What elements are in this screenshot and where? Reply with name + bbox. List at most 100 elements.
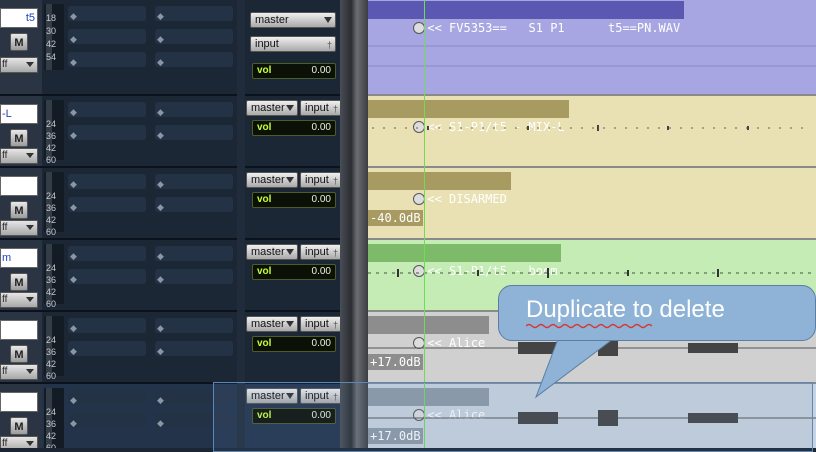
- meter-scale: 24 36 42 60: [46, 263, 57, 309]
- send-slot[interactable]: ◆: [155, 174, 233, 189]
- diamond-icon: ◆: [70, 251, 77, 261]
- insert-slot[interactable]: ◆: [68, 52, 146, 67]
- send-slot[interactable]: ◆: [155, 318, 233, 333]
- insert-slot[interactable]: ◆: [68, 269, 146, 284]
- send-slots: ◆ ◆: [155, 174, 233, 220]
- input-select[interactable]: input †: [300, 244, 342, 260]
- input-select[interactable]: input †: [250, 36, 336, 52]
- volume-readout[interactable]: vol 0.00: [252, 264, 336, 280]
- send-slots: ◆ ◆: [155, 102, 233, 148]
- send-slot[interactable]: ◆: [155, 197, 233, 212]
- pane-divider[interactable]: [340, 0, 368, 448]
- volume-label: vol: [257, 410, 272, 421]
- automation-mode-label: ff: [2, 59, 8, 70]
- track-name-field[interactable]: [0, 320, 38, 340]
- volume-readout[interactable]: vol 0.00: [252, 408, 336, 424]
- send-slot[interactable]: ◆: [155, 29, 233, 44]
- automation-mode-select[interactable]: ff: [0, 148, 38, 164]
- volume-label: vol: [257, 266, 272, 277]
- track-name-field[interactable]: t5: [0, 8, 38, 28]
- volume-readout[interactable]: vol 0.00: [252, 336, 336, 352]
- input-select[interactable]: input †: [300, 100, 342, 116]
- clip-name-label[interactable]: << S1-P1/t5 - boom: [368, 244, 562, 278]
- insert-slot[interactable]: ◆: [68, 246, 146, 261]
- diamond-icon: ◆: [157, 274, 164, 284]
- clip-name-label[interactable]: << Alice: [368, 388, 490, 422]
- mute-button[interactable]: M: [10, 129, 28, 147]
- send-slot[interactable]: ◆: [155, 341, 233, 356]
- input-select[interactable]: input †: [300, 388, 342, 404]
- insert-slot[interactable]: ◆: [68, 390, 146, 405]
- track-name-field[interactable]: [0, 392, 38, 412]
- insert-slot[interactable]: ◆: [68, 29, 146, 44]
- send-slot[interactable]: ◆: [155, 102, 233, 117]
- volume-readout[interactable]: vol 0.00: [252, 192, 336, 208]
- insert-slot[interactable]: ◆: [68, 125, 146, 140]
- automation-mode-select[interactable]: ff: [0, 292, 38, 308]
- mute-button[interactable]: M: [10, 201, 28, 219]
- output-label: master: [251, 102, 285, 114]
- chevron-down-icon: [324, 17, 332, 23]
- automation-mode-select[interactable]: ff: [0, 220, 38, 236]
- output-select[interactable]: master: [246, 100, 298, 116]
- automation-mode-select[interactable]: ff: [0, 436, 38, 448]
- send-slot[interactable]: ◆: [155, 52, 233, 67]
- playhead-cursor[interactable]: [424, 0, 425, 448]
- clip-name-label[interactable]: << DISARMED: [368, 172, 511, 206]
- clip-prefix: <<: [427, 192, 442, 206]
- chevron-down-icon: [286, 105, 294, 111]
- automation-mode-select[interactable]: ff: [0, 57, 38, 73]
- insert-slot[interactable]: ◆: [68, 197, 146, 212]
- meter-scale: 24 36 42 60: [46, 407, 57, 448]
- volume-readout[interactable]: vol 0.00: [252, 63, 336, 79]
- clip-name-label[interactable]: << S1-P1/t5 - MIX-L: [368, 100, 569, 134]
- output-select[interactable]: master: [250, 12, 336, 28]
- insert-slot[interactable]: ◆: [68, 413, 146, 428]
- send-slot[interactable]: ◆: [155, 246, 233, 261]
- send-slot[interactable]: ◆: [155, 413, 233, 428]
- volume-value: 0.00: [311, 410, 331, 421]
- diamond-icon: ◆: [70, 202, 77, 212]
- input-label: input: [305, 246, 329, 258]
- output-select[interactable]: master: [246, 316, 298, 332]
- input-label: input: [305, 102, 329, 114]
- diamond-icon: ◆: [70, 179, 77, 189]
- track-name-field[interactable]: m: [0, 248, 38, 268]
- volume-value: 0.00: [311, 338, 331, 349]
- send-slot[interactable]: ◆: [155, 390, 233, 405]
- send-slot[interactable]: ◆: [155, 125, 233, 140]
- insert-slot[interactable]: ◆: [68, 341, 146, 356]
- chevron-down-icon: [286, 177, 294, 183]
- mute-button[interactable]: M: [10, 417, 28, 435]
- clip-lane: << S1-P1/t5 - MIX-L: [368, 96, 816, 168]
- waveform: [368, 268, 816, 278]
- send-slot[interactable]: ◆: [155, 269, 233, 284]
- volume-readout[interactable]: vol 0.00: [252, 120, 336, 136]
- output-select[interactable]: master: [246, 388, 298, 404]
- clip-name-label[interactable]: << Alice: [368, 316, 490, 350]
- track-name-field[interactable]: [0, 176, 38, 196]
- diamond-icon: ◆: [157, 130, 164, 140]
- insert-slot[interactable]: ◆: [68, 318, 146, 333]
- insert-slot[interactable]: ◆: [68, 102, 146, 117]
- automation-mode-select[interactable]: ff: [0, 364, 38, 380]
- diamond-icon: ◆: [70, 11, 77, 21]
- insert-slot[interactable]: ◆: [68, 174, 146, 189]
- mute-button[interactable]: M: [10, 345, 28, 363]
- chevron-down-icon: [26, 225, 34, 230]
- pin-icon: †: [333, 392, 339, 402]
- insert-slot[interactable]: ◆: [68, 6, 146, 21]
- input-select[interactable]: input †: [300, 316, 342, 332]
- output-select[interactable]: master: [246, 244, 298, 260]
- waveform: [372, 125, 812, 131]
- track-row: m M ff 24 36 42 60 ◆ ◆ ◆ ◆ master input † vo…: [0, 240, 360, 312]
- mute-button[interactable]: M: [10, 273, 28, 291]
- mute-button[interactable]: M: [10, 33, 28, 51]
- input-select[interactable]: input †: [300, 172, 342, 188]
- meter-scale: 24 36 42 60: [46, 191, 57, 237]
- output-select[interactable]: master: [246, 172, 298, 188]
- insert-slots: ◆ ◆: [68, 390, 146, 436]
- clip-name-label[interactable]: << FV5353== S1 P1 t5==PN.WAV: [368, 1, 685, 35]
- send-slot[interactable]: ◆: [155, 6, 233, 21]
- track-name-field[interactable]: -L: [0, 104, 38, 124]
